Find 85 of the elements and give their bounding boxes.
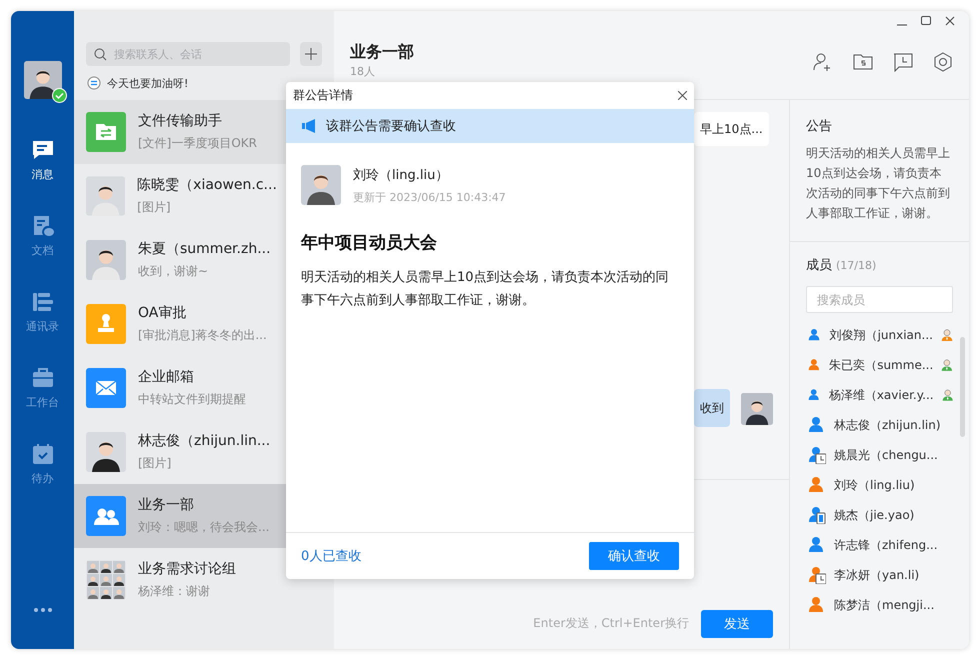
notice-title: 公告 [806,118,833,135]
conversation-name: 业务一部 [138,496,195,514]
megaphone-icon [302,119,316,133]
folder-icon [853,52,873,72]
member-name: 陈梦洁（mengji... [834,596,936,614]
confirm-button[interactable]: 确认查收 [589,542,679,570]
maximize-icon[interactable] [921,16,931,26]
member-name: 杨泽维（xavier.y... [828,386,934,404]
members-title: 成员 [806,257,832,274]
file-transfer-icon [86,112,126,152]
avatar-icon [301,165,341,205]
member-name: 朱已奕（summe... [829,356,934,374]
group-icon [86,496,126,536]
notice-text: 明天活动的相关人员需早上10点到达会场，请负责本次活动的同事下午六点前到人事部取工作证，谢谢。 [806,145,951,222]
avatar-icon [741,393,773,425]
conversation-preview: 收到，谢谢~ [138,263,210,280]
scrollbar[interactable] [960,337,965,437]
message-bubble: 收到 [694,389,730,427]
chat-clock-icon [893,52,913,72]
member-name: 李冰妍（yan.li) [834,566,920,584]
conversation-item[interactable]: 业务需求讨论组 杨泽维：谢谢 [74,548,286,612]
close-icon[interactable] [945,16,955,26]
conversation-name: 朱夏（summer.zh... [138,240,271,258]
add-member-button[interactable] [813,52,833,72]
conversation-name: 陈晓雯（xiaowen.c... [137,176,274,194]
message-bubble: 早上10点... [694,112,769,146]
member-name: 姚晨光（chengu... [834,446,939,464]
read-count-link[interactable]: 0人已查收 [301,547,362,565]
add-button[interactable] [300,42,322,66]
chat-title: 业务一部 [350,42,414,63]
member-name: 许志锋（zhifeng... [834,536,939,554]
conversation-name: 企业邮箱 [138,368,195,386]
conversation-item[interactable]: 朱夏（summer.zh... 收到，谢谢~ [74,228,286,292]
conversation-preview: 刘玲：嗯嗯，待会我会... [138,519,270,536]
conversation-name: OA审批 [138,304,188,322]
search-icon [94,48,107,61]
author-name: 刘玲（ling.liu） [353,166,450,184]
status-text: 今天也要加油呀! [107,76,188,90]
briefcase-icon [32,367,54,389]
plus-icon [305,48,317,60]
conversation-item[interactable]: 陈晓雯（xiaowen.c... [图片] [74,164,286,228]
more-icon[interactable] [32,607,52,613]
conversation-item[interactable]: 林志俊（zhijun.lin... [图片] [74,420,286,484]
announcement-body: 明天活动的相关人员需早上10点到达会场，请负责本次活动的同事下午六点前到人事部取工作证，谢谢。 [301,269,670,310]
mail-icon [86,368,126,408]
conversation-item[interactable]: 企业邮箱 中转站文件到期提醒 [74,356,286,420]
conversation-preview: 中转站文件到期提醒 [138,391,246,408]
document-icon [32,215,54,237]
avatar-icon [86,240,126,280]
calendar-icon [32,443,54,465]
conversation-preview: 杨泽维：谢谢 [138,583,211,600]
conversation-preview: [图片] [137,199,172,216]
member-name: 刘玲（ling.liu) [834,476,916,494]
add-person-icon [813,52,833,72]
status-icon [87,76,101,90]
close-icon[interactable] [678,91,687,100]
update-time: 更新于 2023/06/15 10:43:47 [353,190,506,204]
member-name: 林志俊（zhijun.lin) [834,416,942,434]
member-count: 18人 [350,64,376,79]
conversation-preview: [文件]一季度项目OKR [138,135,258,152]
contacts-icon [32,291,54,313]
files-button[interactable] [853,52,873,72]
conversation-name: 业务需求讨论组 [138,560,236,578]
avatar-icon [86,432,126,472]
history-button[interactable] [893,52,913,72]
nav-tab[interactable]: 消息 [32,139,54,215]
announcement-heading: 年中项目动员大会 [301,232,438,254]
members-count: (17/18) [836,259,876,272]
member-name: 刘俊翔（junxian... [830,326,933,344]
conversation-preview: [审批消息]蒋冬冬的出... [138,327,267,344]
member-name: 姚杰（jie.yao) [834,506,916,524]
settings-button[interactable] [933,52,953,72]
conversation-item[interactable]: OA审批 [审批消息]蒋冬冬的出... [74,292,286,356]
input-hint: Enter发送，Ctrl+Enter换行 [533,615,689,632]
avatar-icon [86,176,126,216]
avatar-icon [24,61,62,99]
conversation-name: 林志俊（zhijun.lin... [138,432,270,450]
conversation-name: 文件传输助手 [138,112,223,130]
chat-icon [32,139,54,161]
stamp-icon [86,304,126,344]
settings-icon [933,52,953,72]
send-button[interactable]: 发送 [701,610,773,638]
group-avatar-icon [86,560,126,600]
member-search-field[interactable]: 搜索成员 [806,286,953,313]
conversation-preview: [图片] [138,455,172,472]
